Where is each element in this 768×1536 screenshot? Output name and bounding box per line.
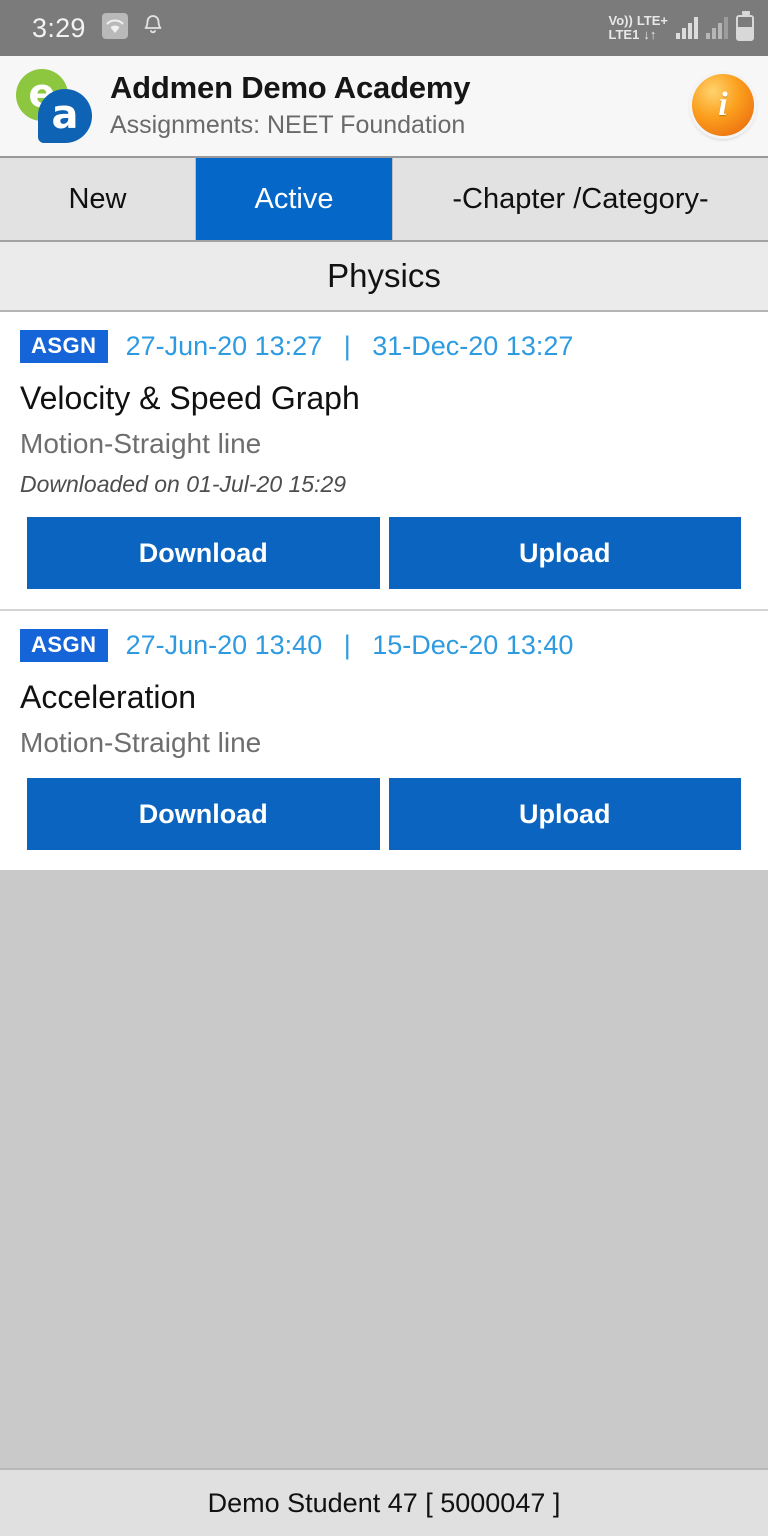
logo-a-letter: a [51,92,79,138]
network-type-label: LTE+ [636,13,668,28]
empty-content-area [0,870,768,1468]
student-label: Demo Student 47 [ 5000047 ] [207,1487,561,1518]
assignment-actions: Download Upload [0,778,768,850]
header-titles: Addmen Demo Academy Assignments: NEET Fo… [96,68,692,142]
battery-icon [736,11,754,41]
assignment-card[interactable]: ASGN 27-Jun-20 13:40 | 15-Dec-20 13:40 A… [0,611,768,870]
volte-label-top: Vo)) [608,13,633,28]
status-bar: 3:29 Vo)) LTE+ LTE1 ↓↑ [0,0,768,56]
status-right-icons: Vo)) LTE+ LTE1 ↓↑ [609,11,754,42]
volte-indicator: Vo)) LTE+ LTE1 ↓↑ [609,14,669,42]
assignment-start-date: 27-Jun-20 13:40 [125,630,323,660]
assignment-end-date: 31-Dec-20 13:27 [372,331,574,361]
subject-header: Physics [0,242,768,312]
download-button[interactable]: Download [27,517,380,589]
status-badge: ASGN [20,330,108,363]
date-separator: | [343,331,351,361]
assignment-dates: 27-Jun-20 13:27 | 31-Dec-20 13:27 [126,331,574,362]
bell-icon [141,13,165,44]
info-icon-letter: i [718,86,728,123]
app-header: e a Addmen Demo Academy Assignments: NEE… [0,56,768,158]
app-logo-icon: e a [12,65,96,145]
status-left-icons [101,12,165,44]
assignment-title: Velocity & Speed Graph [20,380,360,416]
volte-label-bottom: LTE1 [608,27,640,42]
signal-bars-sim1-icon [676,17,698,39]
assignment-download-note: Downloaded on 01-Jul-20 15:29 [20,471,347,497]
assignment-title: Acceleration [20,679,197,715]
page-subtitle: Assignments: NEET Foundation [110,111,466,139]
info-icon[interactable]: i [692,74,754,136]
download-button[interactable]: Download [27,778,380,850]
assignment-meta: ASGN 27-Jun-20 13:40 | 15-Dec-20 13:40 [0,629,768,662]
wifi-icon [101,12,128,44]
status-badge: ASGN [20,629,108,662]
status-time: 3:29 [32,12,86,43]
footer-bar: Demo Student 47 [ 5000047 ] [0,1468,768,1536]
assignment-start-date: 27-Jun-20 13:27 [125,331,323,361]
app-screen: 3:29 Vo)) LTE+ LTE1 ↓↑ e a Addmen Demo A… [0,0,768,1536]
tab-chapter-category[interactable]: -Chapter /Category- [393,158,768,240]
tab-bar: New Active -Chapter /Category- [0,158,768,242]
assignment-chapter: Motion-Straight line [20,727,262,758]
tab-active[interactable]: Active [196,158,393,240]
signal-bars-sim2-icon [706,17,728,39]
upload-button[interactable]: Upload [388,778,741,850]
assignment-dates: 27-Jun-20 13:40 | 15-Dec-20 13:40 [126,630,574,661]
assignment-card[interactable]: ASGN 27-Jun-20 13:27 | 31-Dec-20 13:27 V… [0,312,768,611]
assignment-end-date: 15-Dec-20 13:40 [372,630,574,660]
assignment-list: ASGN 27-Jun-20 13:27 | 31-Dec-20 13:27 V… [0,312,768,870]
assignment-meta: ASGN 27-Jun-20 13:27 | 31-Dec-20 13:27 [0,330,768,363]
assignment-chapter: Motion-Straight line [20,428,262,459]
tab-new[interactable]: New [0,158,196,240]
logo-a-shape: a [38,89,92,143]
page-title: Addmen Demo Academy [110,70,471,105]
upload-button[interactable]: Upload [388,517,741,589]
date-separator: | [343,630,351,660]
data-transfer-arrows-icon: ↓↑ [643,27,657,42]
assignment-actions: Download Upload [0,517,768,589]
